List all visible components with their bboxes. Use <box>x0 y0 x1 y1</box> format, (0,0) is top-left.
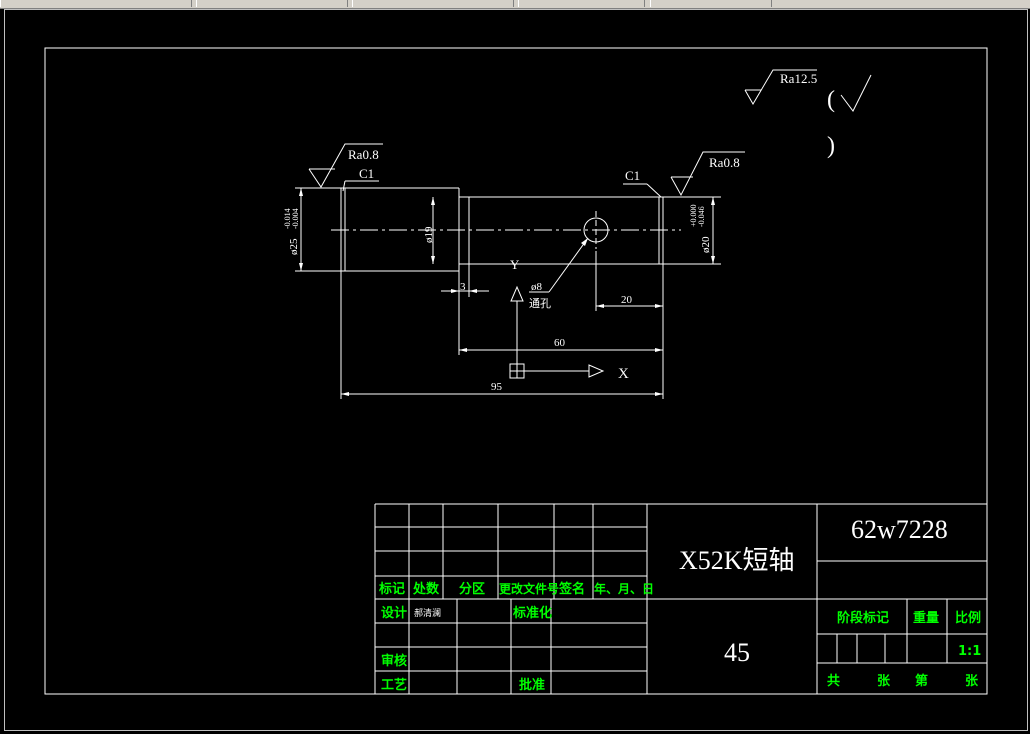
ucs-y-label: Y <box>510 257 520 272</box>
toolbar-segment[interactable] <box>650 0 772 7</box>
toolbar-segment[interactable] <box>352 0 514 7</box>
label-approve: 批准 <box>519 677 545 693</box>
dim-right-diameter: ø20 +0.000 -0.046 <box>663 196 721 265</box>
part-name: X52K短轴 <box>679 546 795 575</box>
label-stage-mark: 阶段标记 <box>837 610 889 626</box>
dia-right-label: ø20 <box>700 236 712 253</box>
chamfer-right-label: C1 <box>625 168 640 183</box>
dia-left-tol-lower: -0.004 <box>291 208 300 229</box>
ucs-icon: Y X <box>509 257 629 382</box>
label-total: 共 <box>827 673 840 689</box>
roughness-general-label: Ra12.5 <box>780 71 817 86</box>
label-process: 工艺 <box>381 677 407 693</box>
label-no: 第 <box>915 673 928 689</box>
drawing-canvas[interactable]: Ra12.5 ( ) ø25 -0.014 -0.004 Ra0.8 C1 ø1… <box>4 9 1028 731</box>
label-date: 年、月、日 <box>594 581 654 596</box>
dim-60: 60 <box>458 297 664 399</box>
label-scale: 比例 <box>955 610 981 626</box>
toolbar-segment[interactable] <box>0 0 192 7</box>
label-count: 处数 <box>412 581 440 597</box>
roughness-right-label: Ra0.8 <box>709 155 740 170</box>
label-standardize: 标准化 <box>512 605 552 621</box>
hole-leader: ø8 通孔 <box>529 237 589 310</box>
shaft-outline <box>301 187 681 272</box>
dim-3-label: 3 <box>460 281 466 293</box>
label-sheet-2: 张 <box>965 674 979 689</box>
chamfer-left-label: C1 <box>359 166 374 181</box>
label-mark: 标记 <box>378 581 405 597</box>
ucs-x-label: X <box>618 366 629 382</box>
dim-20-label: 20 <box>621 294 633 306</box>
label-weight: 重量 <box>913 610 939 626</box>
scale-value: 1:1 <box>958 644 981 659</box>
toolbar-strip <box>0 0 1030 9</box>
roughness-left-symbol: Ra0.8 C1 <box>308 143 383 192</box>
drawing-number: 62w7228 <box>851 515 948 544</box>
toolbar-segment[interactable] <box>518 0 645 7</box>
cad-drawing: Ra12.5 ( ) ø25 -0.014 -0.004 Ra0.8 C1 ø1… <box>44 47 988 695</box>
roughness-right-symbol: Ra0.8 C1 <box>623 151 745 198</box>
toolbar-segment[interactable] <box>196 0 348 7</box>
roughness-left-label: Ra0.8 <box>348 147 379 162</box>
dia-right-tol-lower: -0.046 <box>697 206 706 227</box>
paren-close: ) <box>827 133 835 159</box>
dia-left-label: ø25 <box>288 238 300 255</box>
material: 45 <box>724 638 750 667</box>
dim-3: 3 <box>441 264 489 297</box>
dia-middle-label: ø19 <box>423 226 435 243</box>
label-change-doc: 更改文件号 <box>499 581 559 596</box>
label-zone: 分区 <box>459 581 485 597</box>
designer-name: 郝清澜 <box>414 607 441 618</box>
roughness-general-symbol: Ra12.5 ( ) <box>744 69 872 159</box>
dim-20: 20 <box>595 251 664 311</box>
label-signature: 签名 <box>558 581 585 597</box>
hole-dia-label: ø8 <box>531 281 543 293</box>
dim-middle-diameter: ø19 <box>423 197 435 264</box>
label-review: 审核 <box>381 653 407 669</box>
hole-note-label: 通孔 <box>529 297 551 310</box>
dim-95: 95 <box>340 271 663 399</box>
dim-60-label: 60 <box>554 337 566 349</box>
paren-open: ( <box>827 87 835 113</box>
label-sheet: 张 <box>877 674 891 689</box>
dim-95-label: 95 <box>491 381 503 393</box>
label-design: 设计 <box>381 605 407 621</box>
